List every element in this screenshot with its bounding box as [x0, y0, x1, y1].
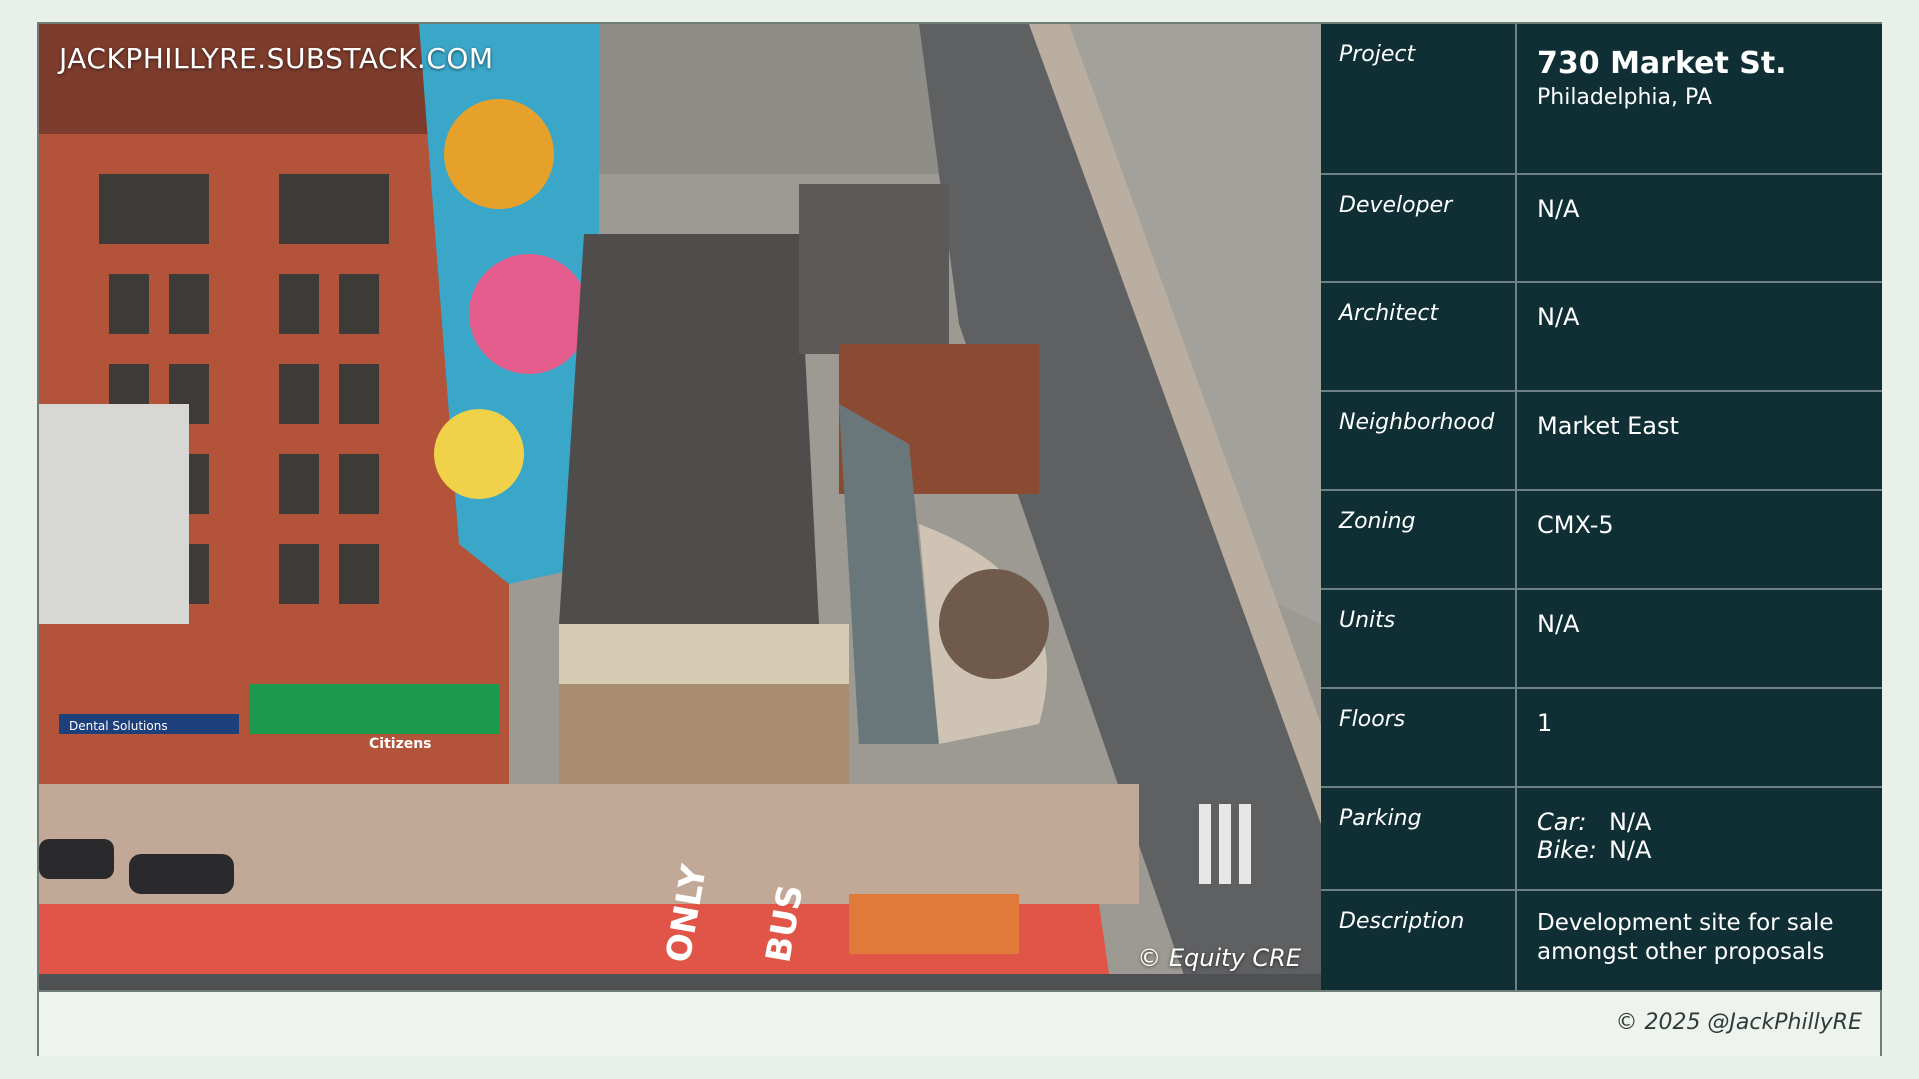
aerial-photo-illustration: ONLY BUS Dental Solutions Citizens [39, 24, 1321, 990]
row-project: Project 730 Market St. Philadelphia, PA [1321, 24, 1882, 175]
label-project: Project [1321, 24, 1517, 173]
row-parking: Parking Car: N/A Bike: N/A [1321, 788, 1882, 891]
value-project: 730 Market St. Philadelphia, PA [1517, 24, 1882, 173]
row-developer: Developer N/A [1321, 175, 1882, 283]
label-architect: Architect [1321, 283, 1517, 390]
substack-watermark: JACKPHILLYRE.SUBSTACK.COM [59, 42, 494, 75]
project-location: Philadelphia, PA [1537, 85, 1712, 110]
listing-card: ONLY BUS Dental Solutions Citizens JACKP… [37, 22, 1882, 1056]
label-developer: Developer [1321, 175, 1517, 281]
parking-bike-label: Bike: [1537, 836, 1597, 864]
value-units: N/A [1537, 610, 1580, 638]
value-architect: N/A [1537, 303, 1580, 331]
description-text: Development site for sale amongst other … [1537, 910, 1834, 965]
value-parking: Car: N/A Bike: N/A [1517, 788, 1882, 889]
dental-sign: Dental Solutions [69, 719, 168, 733]
citizens-sign: Citizens [369, 736, 432, 752]
footer-copyright: © 2025 @JackPhillyRE [1615, 1010, 1862, 1035]
parking-bike-value: N/A [1609, 836, 1652, 864]
label-units: Units [1321, 590, 1517, 687]
row-zoning: Zoning CMX-5 [1321, 491, 1882, 590]
row-architect: Architect N/A [1321, 283, 1882, 392]
row-description: Description Development site for sale am… [1321, 891, 1882, 990]
row-neighborhood: Neighborhood Market East [1321, 392, 1882, 491]
value-zoning: CMX-5 [1537, 511, 1614, 539]
project-title: 730 Market St. [1537, 46, 1787, 81]
value-developer: N/A [1537, 195, 1580, 223]
label-neighborhood: Neighborhood [1321, 392, 1517, 489]
label-description: Description [1321, 891, 1517, 990]
parking-car: Car: N/A [1537, 808, 1882, 836]
row-floors: Floors 1 [1321, 689, 1882, 788]
row-units: Units N/A [1321, 590, 1882, 689]
parking-bike: Bike: N/A [1537, 836, 1882, 864]
label-zoning: Zoning [1321, 491, 1517, 588]
label-floors: Floors [1321, 689, 1517, 786]
parking-car-label: Car: [1537, 808, 1587, 836]
aerial-photo: ONLY BUS Dental Solutions Citizens JACKP… [39, 24, 1321, 990]
label-parking: Parking [1321, 788, 1517, 889]
photo-credit: © Equity CRE [1137, 944, 1301, 972]
value-description: Development site for sale amongst other … [1517, 891, 1882, 990]
value-neighborhood: Market East [1537, 412, 1679, 440]
card-footer: © 2025 @JackPhillyRE [39, 990, 1880, 1056]
parking-car-value: N/A [1609, 808, 1652, 836]
project-info-table: Project 730 Market St. Philadelphia, PA … [1321, 24, 1882, 990]
value-floors: 1 [1537, 709, 1553, 737]
